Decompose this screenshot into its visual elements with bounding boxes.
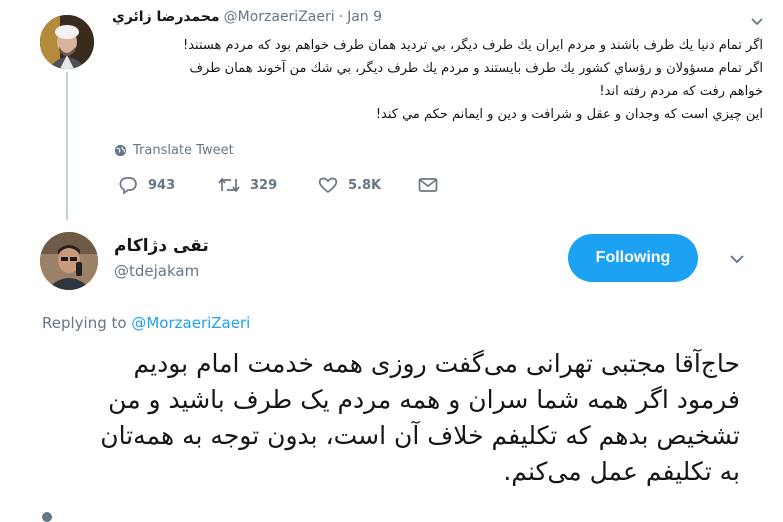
- avatar-user-image: [40, 232, 98, 290]
- tweet-header: محمدرضا زائري @MorzaeriZaeri · Jan 9: [112, 9, 382, 25]
- translate-label: Translate Tweet: [133, 143, 234, 158]
- author-handle[interactable]: @MorzaeriZaeri: [224, 9, 335, 25]
- avatar[interactable]: [40, 15, 94, 69]
- retweet-button[interactable]: 329: [218, 177, 318, 193]
- reply-line: حاج‌آقا مجتبی تهرانی می‌گفت روزی همه خدم…: [133, 349, 740, 378]
- reply-body: حاج‌آقا مجتبی تهرانی می‌گفت روزی همه خدم…: [40, 346, 740, 490]
- chevron-down-icon[interactable]: [728, 250, 746, 268]
- replying-to-line: Replying to @MorzaeriZaeri: [42, 314, 250, 332]
- header-separator: ·: [338, 9, 344, 25]
- tweet-date[interactable]: Jan 9: [347, 9, 382, 25]
- envelope-icon: [418, 178, 438, 192]
- globe-icon: [114, 144, 127, 157]
- tweet-line: خواهم رفت كه مردم رفته اند!: [599, 84, 763, 99]
- retweet-icon: [218, 177, 240, 193]
- reply-line: فرمود اگر همه شما سران و همه مردم یک طرف…: [108, 385, 740, 414]
- avatar[interactable]: [40, 232, 98, 290]
- reply-icon: [119, 177, 137, 194]
- reply-line: به تکلیفم عمل می‌کنم.: [503, 457, 740, 486]
- retweet-count: 329: [250, 177, 278, 193]
- reply-author-handle[interactable]: @tdejakam: [114, 262, 199, 280]
- translate-tweet-link[interactable]: Translate Tweet: [114, 143, 234, 158]
- heart-icon: [318, 177, 338, 194]
- tweet-line: اين چيزي است كه وجدان و عقل و شرافت و دي…: [375, 107, 763, 122]
- author-name[interactable]: محمدرضا زائري: [112, 9, 220, 25]
- tweet-line: اگر تمام دنيا يك طرف باشند و مردم ايران …: [183, 38, 763, 53]
- tweet-body: اگر تمام دنيا يك طرف باشند و مردم ايران …: [111, 34, 763, 126]
- like-button[interactable]: 5.8K: [318, 176, 418, 194]
- reply-line: تشخیص بدهم که تکلیفم خلاف آن است، بدون ت…: [100, 421, 740, 450]
- thread-connector-line: [66, 72, 68, 220]
- avatar-cleric-image: [40, 15, 94, 69]
- reply-button[interactable]: 943: [118, 176, 218, 194]
- replying-to-link[interactable]: @MorzaeriZaeri: [131, 314, 250, 332]
- chevron-down-icon[interactable]: [749, 13, 765, 29]
- reply-count: 943: [148, 177, 176, 193]
- reply-author-name[interactable]: تقی دژاکام: [114, 236, 209, 256]
- direct-message-button[interactable]: [418, 177, 438, 193]
- like-count: 5.8K: [348, 177, 382, 193]
- tweet-line: اگر تمام مسؤولان و رؤساي كشور يك طرف باي…: [189, 61, 763, 76]
- tweet-actions: 943 329 5.8K: [118, 176, 438, 194]
- replying-prefix: Replying to: [42, 314, 127, 332]
- globe-icon: [42, 512, 52, 522]
- following-button[interactable]: Following: [568, 234, 698, 282]
